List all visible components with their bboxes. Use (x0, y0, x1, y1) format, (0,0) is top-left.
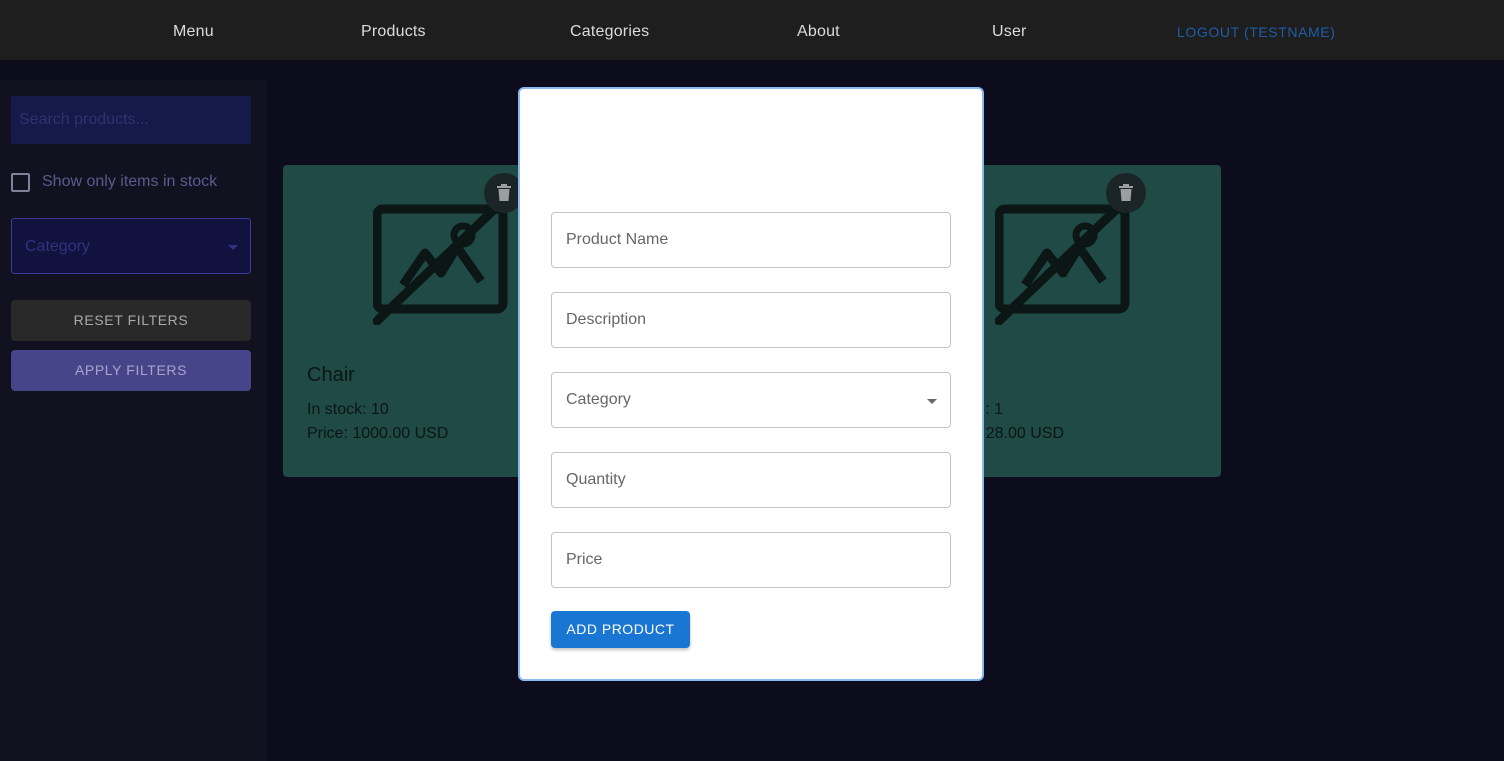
nav-categories[interactable]: Categories (570, 0, 649, 60)
category-filter-select[interactable]: Category (11, 218, 251, 274)
quantity-field[interactable]: Quantity (551, 452, 951, 508)
reset-filters-button[interactable]: RESET FILTERS (11, 300, 251, 341)
filter-sidebar: Show only items in stock Category RESET … (0, 80, 267, 761)
category-label: Category (566, 391, 631, 408)
delete-button[interactable] (1106, 173, 1146, 213)
add-product-button[interactable]: ADD PRODUCT (551, 611, 690, 648)
product-price: Price: 1000.00 USD (307, 425, 449, 442)
nav-menu[interactable]: Menu (173, 0, 214, 60)
nav-about[interactable]: About (797, 0, 840, 60)
category-filter-label: Category (25, 238, 90, 255)
description-label: Description (566, 311, 647, 328)
apply-filters-button[interactable]: APPLY FILTERS (11, 350, 251, 391)
quantity-label: Quantity (566, 471, 626, 488)
trash-icon (497, 184, 511, 201)
chevron-down-icon (927, 399, 937, 404)
add-product-dialog: Product Name Description Category Quanti… (518, 87, 984, 681)
price-field[interactable]: Price (551, 532, 951, 588)
price-label: Price (566, 551, 603, 568)
stock-filter-label: Show only items in stock (42, 173, 218, 190)
stock-filter[interactable]: Show only items in stock (11, 172, 217, 192)
search-input[interactable] (11, 96, 251, 144)
product-name: Chair (307, 364, 355, 386)
product-stock: In stock: 10 (307, 401, 389, 418)
product-price: 28.00 USD (985, 425, 1064, 442)
nav-products[interactable]: Products (361, 0, 426, 60)
category-select[interactable]: Category (551, 372, 951, 428)
image-placeholder-icon (995, 201, 1130, 325)
stock-checkbox[interactable] (11, 172, 30, 192)
nav-user[interactable]: User (992, 0, 1027, 60)
description-field[interactable]: Description (551, 292, 951, 348)
image-placeholder-icon (373, 201, 508, 325)
product-stock: : 1 (985, 401, 1003, 418)
top-nav: Menu Products Categories About User LOGO… (0, 0, 1504, 60)
logout-link[interactable]: LOGOUT (TESTNAME) (1177, 0, 1336, 60)
trash-icon (1119, 184, 1133, 201)
chevron-down-icon (228, 245, 238, 250)
product-name-label: Product Name (566, 231, 669, 248)
product-name-field[interactable]: Product Name (551, 212, 951, 268)
